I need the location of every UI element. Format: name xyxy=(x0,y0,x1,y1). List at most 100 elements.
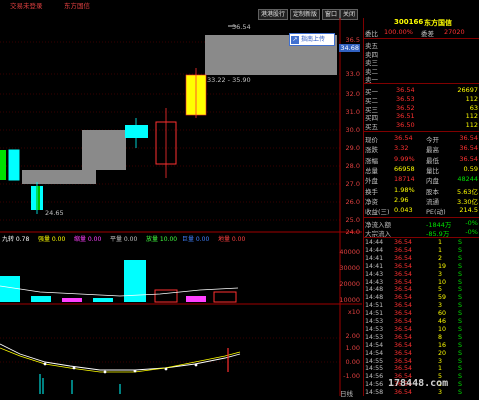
tick-volume: 3 xyxy=(438,270,443,278)
tick-price: 36.54 xyxy=(394,389,413,397)
tick-side: S xyxy=(458,302,462,310)
tick-time: 14:44 xyxy=(365,246,384,254)
stat-value: 214.5 xyxy=(459,206,478,215)
price-tick: 26.0 xyxy=(345,198,360,206)
login-status[interactable]: 交易未登录 xyxy=(10,0,43,10)
macd-area xyxy=(0,337,340,394)
tick-time: 14:44 xyxy=(365,239,384,246)
bid-price: 36.50 xyxy=(396,121,415,130)
stat-label: PE(动) xyxy=(426,208,446,217)
stat-value: 36.54 xyxy=(394,134,413,142)
bid-row[interactable]: 买二 36.53 112 xyxy=(364,94,479,105)
chart-canvas xyxy=(0,18,362,396)
stat-value: 0.043 xyxy=(394,206,413,215)
price-tick: 24.0 xyxy=(345,228,360,236)
separator xyxy=(364,83,479,84)
tick-volume: 3 xyxy=(438,302,443,310)
quote-panel: 300166 东方国信 委比 100.00% 委差 27020 卖五 卖四 卖三 卖二… xyxy=(363,18,479,396)
tick-volume: 1 xyxy=(438,246,443,254)
stat-value: 36.54 xyxy=(459,144,478,153)
tick-volume: 16 xyxy=(438,341,447,349)
bid-volume: 112 xyxy=(465,94,478,103)
ask-row[interactable]: 卖二 xyxy=(364,66,479,76)
tick-side: S xyxy=(458,325,462,333)
diff-value: 27020 xyxy=(444,28,465,36)
volume-tick: 40000 xyxy=(339,248,360,256)
tick-side: S xyxy=(458,310,462,318)
bid-row[interactable]: 买五 36.50 112 xyxy=(364,121,479,132)
tick-time: 14:53 xyxy=(365,325,384,333)
macd-tick: 0.00 xyxy=(345,358,360,366)
tick-volume: 5 xyxy=(438,286,443,294)
bid-volume: 26697 xyxy=(457,86,478,94)
tick-volume: 10 xyxy=(438,278,447,286)
bid-row[interactable]: 买四 36.51 112 xyxy=(364,112,479,122)
gray-blocks xyxy=(22,35,337,184)
macd-tick: -1.00 xyxy=(343,372,360,380)
tick-volume: 20 xyxy=(438,349,447,357)
price-tick: 25.0 xyxy=(345,216,360,224)
stat-value: 9.99% xyxy=(394,154,415,163)
tick-volume: 1 xyxy=(438,239,443,246)
tick-price: 36.54 xyxy=(394,270,413,278)
price-tick: 31.0 xyxy=(345,108,360,116)
ask-row[interactable]: 卖五 xyxy=(364,40,479,50)
indicator-item: 缩量 0.00 xyxy=(74,236,102,243)
tick-side: S xyxy=(458,286,462,294)
stat-label: 最低 xyxy=(426,156,439,165)
stat-label: 涨幅 xyxy=(365,156,378,165)
tick-price: 36.54 xyxy=(394,302,413,310)
upload-guide-popup[interactable]: ↗ 指南上传 xyxy=(289,33,335,46)
bid-row[interactable]: 买一 36.54 26697 xyxy=(364,86,479,96)
indicator-item: 地量 0.00 xyxy=(218,236,246,243)
tick-volume: 59 xyxy=(438,294,447,302)
tick-time: 14:55 xyxy=(365,357,384,365)
stat-label: 净资 xyxy=(365,197,378,206)
tick-price: 36.54 xyxy=(394,254,413,262)
stat-row: 收益(三) 0.043 PE(动) 214.5 xyxy=(364,206,479,217)
stat-row: 换手 1.98% 股本 5.63亿 xyxy=(364,185,479,196)
ask-row[interactable]: 卖一 xyxy=(364,74,479,84)
stat-value: 36.54 xyxy=(459,134,478,142)
stat-row: 现价 36.54 今开 36.54 xyxy=(364,134,479,144)
indicator-item: 平量 0.00 xyxy=(110,236,138,243)
tick-time: 14:43 xyxy=(365,270,384,278)
tick-side: S xyxy=(458,246,462,254)
kline-chart[interactable]: 36.54 33.22 - 35.90 24.65 ↗ 指南上传 九转 0.78 强… xyxy=(0,18,362,398)
separator xyxy=(364,38,479,39)
bid-label: 买五 xyxy=(365,123,378,132)
stat-label: 量比 xyxy=(426,166,439,175)
tick-row: 14:58 36.54 3 S xyxy=(364,389,479,398)
stock-title: 东方国信 xyxy=(64,2,90,10)
bid-volume: 112 xyxy=(465,121,478,130)
price-tick: 28.0 xyxy=(345,162,360,170)
tick-price: 36.54 xyxy=(394,310,413,318)
macd-tick: 1.00 xyxy=(345,344,360,352)
stat-value: 1.98% xyxy=(394,185,415,194)
tick-time: 14:54 xyxy=(365,341,384,349)
tick-time: 14:48 xyxy=(365,294,384,302)
ratio-value: 100.00% xyxy=(384,28,413,36)
separator xyxy=(364,131,479,132)
volume-tick: 20000 xyxy=(339,280,360,288)
ask-row[interactable]: 卖三 xyxy=(364,57,479,67)
tick-side: S xyxy=(458,278,462,286)
diff-label: 委差 xyxy=(421,30,434,38)
stat-label: 换手 xyxy=(365,187,378,196)
bid-row[interactable]: 买三 36.52 63 xyxy=(364,104,479,114)
volume-tick: 30000 xyxy=(339,264,360,272)
share-icon: ↗ xyxy=(291,36,299,44)
price-tick: 30.0 xyxy=(345,126,360,134)
tick-price: 36.54 xyxy=(394,262,413,270)
price-tick: 33.0 xyxy=(345,70,360,78)
separator xyxy=(364,217,479,218)
tick-time: 14:58 xyxy=(365,389,384,397)
tick-side: S xyxy=(458,318,462,325)
tick-side: S xyxy=(458,381,462,389)
stat-label: 外盘 xyxy=(365,177,378,186)
flow-pct: -0% xyxy=(465,219,478,227)
volume-tick: 10000 xyxy=(339,296,360,304)
price-tick: 32.0 xyxy=(345,90,360,98)
ask-row[interactable]: 卖四 xyxy=(364,49,479,59)
stat-value: 66958 xyxy=(394,164,415,173)
